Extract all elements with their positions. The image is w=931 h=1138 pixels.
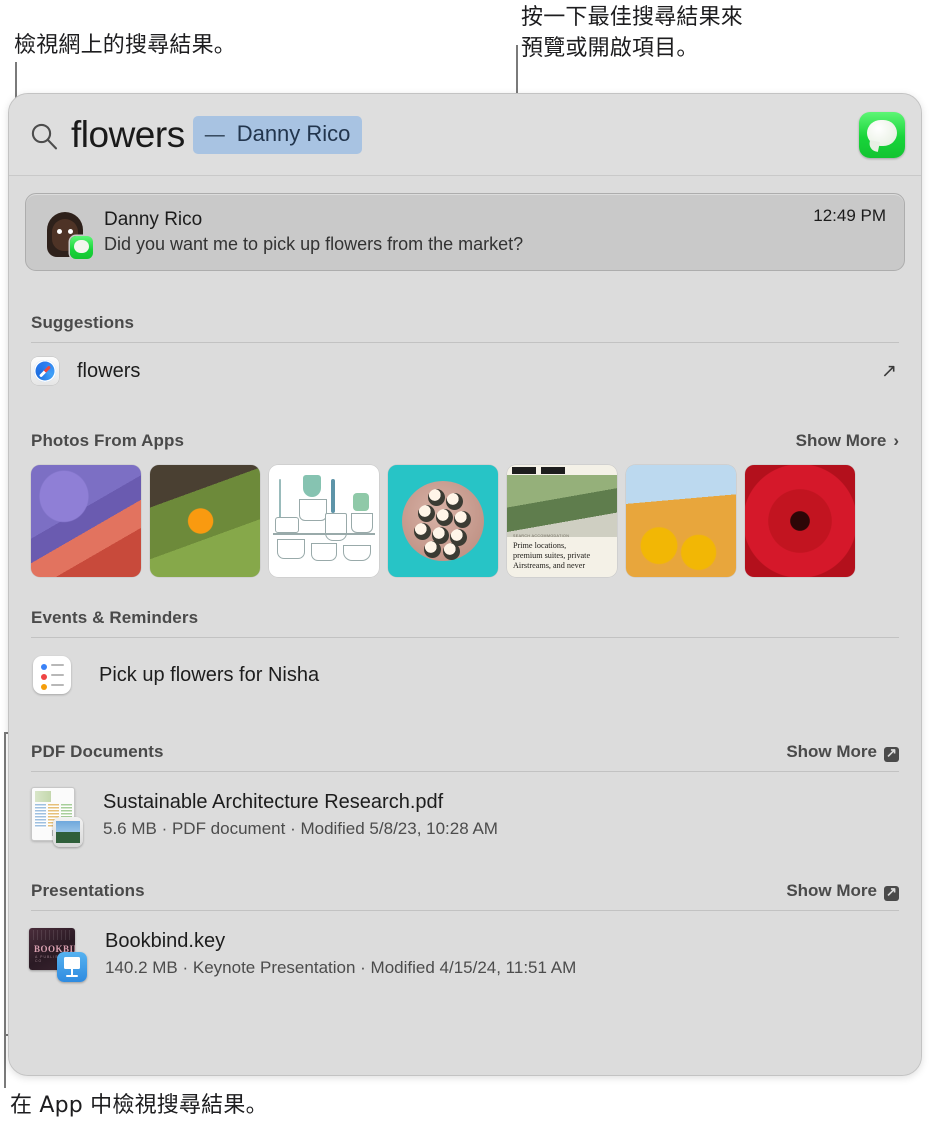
section-header-events: Events & Reminders bbox=[25, 608, 905, 628]
open-external-icon bbox=[884, 743, 899, 763]
preview-app-badge bbox=[53, 817, 83, 847]
section-suggestions: Suggestions bbox=[25, 313, 905, 343]
orange-marigold-photo[interactable] bbox=[150, 465, 260, 577]
messages-badge-icon bbox=[70, 236, 93, 259]
show-more-photos-button[interactable]: Show More › bbox=[796, 431, 899, 451]
leader-bracket-left-edge bbox=[4, 732, 6, 1036]
section-header-suggestions: Suggestions bbox=[25, 313, 905, 333]
purple-iris-photo[interactable] bbox=[31, 465, 141, 577]
show-more-pdf-button[interactable]: Show More bbox=[786, 742, 899, 763]
pdf-result-row[interactable]: PDF Sustainable Architecture Research.pd… bbox=[25, 787, 905, 847]
open-external-icon[interactable]: ↗ bbox=[881, 360, 897, 383]
chevron-right-icon: › bbox=[893, 431, 899, 450]
open-external-icon bbox=[884, 882, 899, 902]
messages-icon[interactable] bbox=[859, 111, 905, 158]
section-pdf: PDF Documents Show More bbox=[25, 742, 905, 772]
section-header-presentations: Presentations Show More bbox=[25, 881, 905, 902]
safari-compass-needle bbox=[38, 364, 52, 378]
pdf-file-name: Sustainable Architecture Research.pdf bbox=[103, 791, 444, 813]
presentation-file-name: Bookbind.key bbox=[105, 930, 226, 952]
section-presentations: Presentations Show More bbox=[25, 881, 905, 911]
red-dahlia-photo[interactable] bbox=[745, 465, 855, 577]
pdf-result-text: Sustainable Architecture Research.pdf 5.… bbox=[103, 787, 498, 839]
section-divider bbox=[31, 637, 899, 638]
show-more-presentations-button[interactable]: Show More bbox=[786, 881, 899, 902]
search-token-label: Danny Rico bbox=[236, 120, 351, 146]
search-token-dash: — bbox=[204, 123, 225, 146]
annotation-top-right: 按一下最佳搜尋結果來 預覽或開啟項目。 bbox=[521, 5, 744, 61]
section-photos: Photos From Apps Show More › bbox=[25, 431, 905, 451]
section-divider bbox=[31, 771, 899, 772]
results-list: Danny Rico Did you want me to pick up fl… bbox=[9, 193, 921, 1075]
top-hit-snippet: Did you want me to pick up flowers from … bbox=[104, 234, 524, 254]
annotation-top-left: 檢視網上的搜尋結果。 bbox=[14, 33, 237, 58]
leader-line-bottom-left bbox=[4, 1036, 6, 1088]
keynote-app-badge bbox=[57, 952, 87, 982]
keynote-document-icon: BOOKBIND A PUBLISHING CO bbox=[29, 926, 87, 982]
reminder-label: Pick up flowers for Nisha bbox=[99, 663, 320, 686]
pdf-file-meta: 5.6 MB · PDF document · Modified 5/8/23,… bbox=[103, 819, 498, 838]
section-title-presentations: Presentations bbox=[31, 881, 145, 900]
search-input-value[interactable]: flowers bbox=[71, 116, 185, 153]
search-icon bbox=[29, 121, 59, 151]
article-kicker: SEARCH ACCOMMODATION bbox=[513, 534, 570, 538]
top-hit-name: Danny Rico bbox=[104, 209, 203, 230]
spotlight-window: flowers — Danny Rico Danny Rico Did you … bbox=[8, 93, 922, 1076]
reminders-icon bbox=[33, 656, 71, 694]
presentation-result-row[interactable]: BOOKBIND A PUBLISHING CO Bookbind.key 14… bbox=[25, 926, 905, 982]
section-title-events: Events & Reminders bbox=[31, 608, 199, 627]
section-header-pdf: PDF Documents Show More bbox=[25, 742, 905, 763]
sunflowers-friends-photo[interactable] bbox=[626, 465, 736, 577]
show-more-presentations-label: Show More bbox=[786, 881, 877, 900]
memoji-avatar bbox=[40, 207, 93, 259]
search-bar[interactable]: flowers — Danny Rico bbox=[9, 94, 921, 176]
messages-bubble-glyph bbox=[867, 119, 897, 146]
annotation-bottom-left: 在 App 中檢視搜尋結果。 bbox=[10, 1093, 268, 1118]
reminder-row[interactable]: Pick up flowers for Nisha bbox=[25, 656, 905, 694]
section-divider bbox=[31, 910, 899, 911]
top-hit-timestamp: 12:49 PM bbox=[813, 206, 886, 225]
safari-icon bbox=[31, 357, 59, 385]
section-title-pdf: PDF Documents bbox=[31, 742, 164, 761]
article-screenshot[interactable]: SEARCH ACCOMMODATION Prime locations, pr… bbox=[507, 465, 617, 577]
section-divider bbox=[31, 342, 899, 343]
article-caption: Prime locations, premium suites, private… bbox=[513, 541, 591, 570]
presentation-file-meta: 140.2 MB · Keynote Presentation · Modifi… bbox=[105, 958, 577, 977]
top-hit-text: Danny Rico Did you want me to pick up fl… bbox=[104, 209, 813, 255]
photos-thumbnail-strip[interactable]: SEARCH ACCOMMODATION Prime locations, pr… bbox=[31, 465, 905, 577]
article-image bbox=[507, 475, 617, 537]
presentation-result-text: Bookbind.key 140.2 MB · Keynote Presenta… bbox=[105, 926, 576, 978]
section-header-photos: Photos From Apps Show More › bbox=[25, 431, 905, 451]
section-events: Events & Reminders bbox=[25, 608, 905, 638]
show-more-photos-label: Show More bbox=[795, 431, 887, 450]
safari-compass-dial bbox=[34, 360, 56, 382]
sushi-platter-photo[interactable] bbox=[388, 465, 498, 577]
section-title-suggestions: Suggestions bbox=[31, 313, 135, 332]
show-more-pdf-label: Show More bbox=[786, 742, 877, 761]
suggestion-label: flowers bbox=[77, 359, 141, 382]
suggestion-row-flowers[interactable]: flowers ↗ bbox=[25, 349, 905, 393]
top-hit-result[interactable]: Danny Rico Did you want me to pick up fl… bbox=[25, 193, 905, 271]
pdf-document-icon: PDF bbox=[29, 787, 85, 847]
messages-badge-bubble bbox=[74, 240, 89, 253]
plants-illustration[interactable] bbox=[269, 465, 379, 577]
section-title-photos: Photos From Apps bbox=[31, 431, 185, 450]
search-token-danny-rico[interactable]: — Danny Rico bbox=[192, 115, 363, 154]
